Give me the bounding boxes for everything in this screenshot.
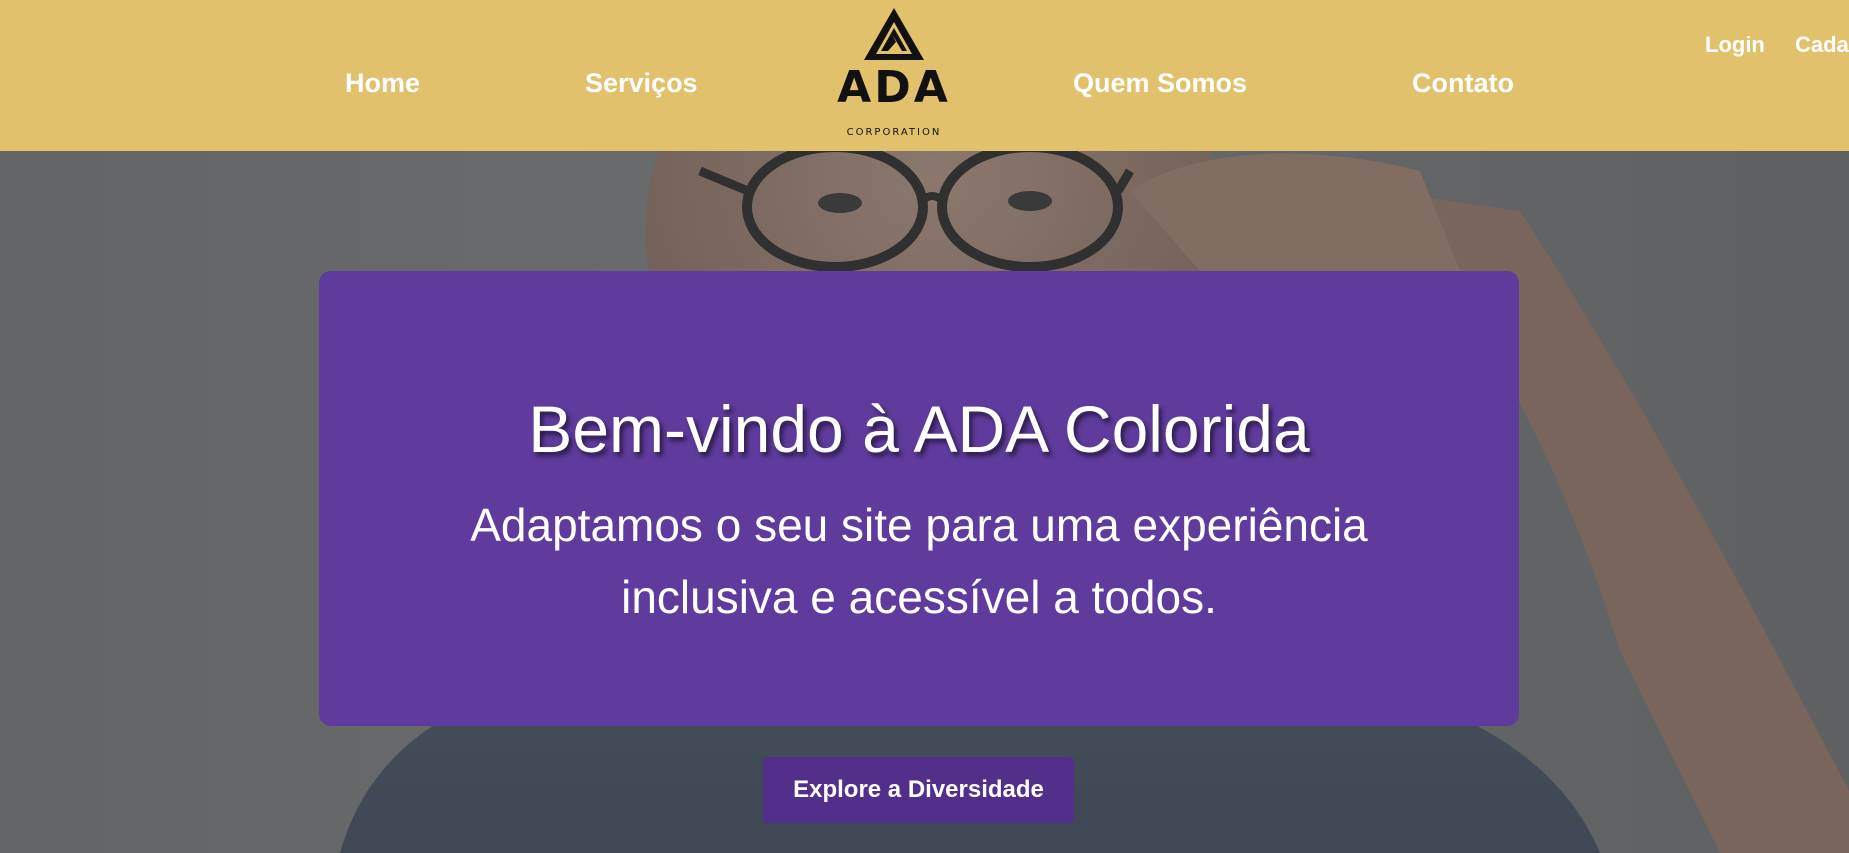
ada-logo[interactable]: ADA CORPORATION: [818, 4, 970, 142]
nav-services-link[interactable]: Serviços: [585, 68, 698, 99]
explore-diversity-button[interactable]: Explore a Diversidade: [763, 757, 1074, 823]
welcome-title: Bem-vindo à ADA Colorida: [528, 392, 1310, 466]
welcome-text: Adaptamos o seu site para uma experiênci…: [470, 499, 1368, 623]
login-link[interactable]: Login: [1705, 32, 1765, 58]
logo-subtitle: CORPORATION: [846, 127, 942, 138]
nav-home-link[interactable]: Home: [345, 68, 420, 99]
nav-contact-link[interactable]: Contato: [1412, 68, 1514, 99]
nav-about-link[interactable]: Quem Somos: [1073, 68, 1247, 99]
welcome-card: Bem-vindo à ADA Colorida Adaptamos o seu…: [319, 271, 1519, 726]
ada-triangle-logo-icon: [864, 8, 924, 60]
site-header: Home Serviços ADA CORPORATION Quem Somos…: [0, 0, 1849, 151]
logo-title: ADA: [837, 62, 951, 113]
register-link[interactable]: Cada: [1795, 32, 1849, 58]
